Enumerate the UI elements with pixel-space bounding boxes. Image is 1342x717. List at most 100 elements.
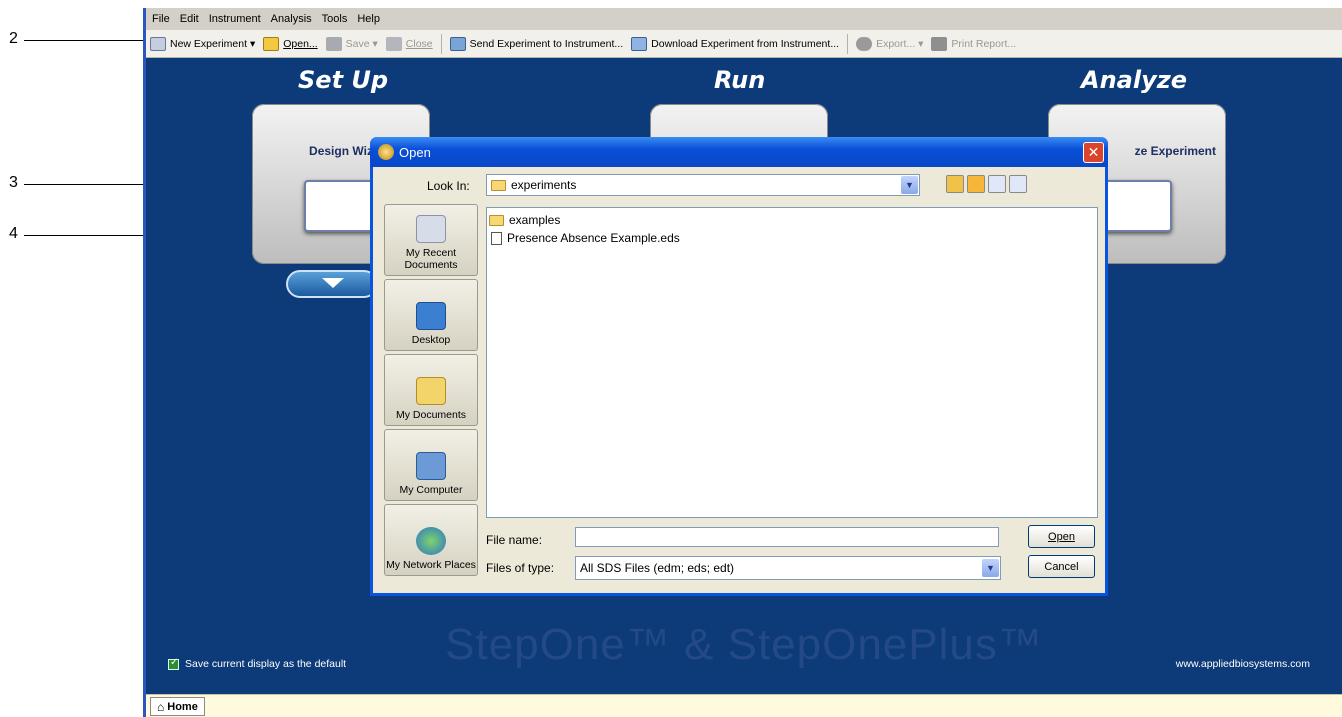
menu-help[interactable]: Help <box>357 13 380 25</box>
desktop-icon <box>416 302 446 330</box>
my-documents-icon <box>416 377 446 405</box>
close-doc-icon <box>385 36 402 51</box>
toolbar: New Experiment ▾ Open... Save ▾ Close Se… <box>146 30 1342 58</box>
cancel-button[interactable]: Cancel <box>1028 555 1095 578</box>
places-bar: My Recent Documents Desktop My Documents… <box>384 204 478 582</box>
my-computer-icon <box>416 452 446 480</box>
file-name: Presence Absence Example.eds <box>507 231 680 245</box>
printer-icon <box>931 36 948 51</box>
list-item[interactable]: Presence Absence Example.eds <box>489 229 1095 247</box>
files-of-type-dropdown[interactable]: All SDS Files (edm; eds; edt) ▼ <box>575 556 1001 580</box>
save-default-label: Save current display as the default <box>185 658 347 670</box>
print-report-button[interactable]: Print Report... <box>931 36 1017 51</box>
new-experiment-label: New Experiment ▾ <box>170 37 256 50</box>
place-label: My Recent Documents <box>404 247 458 271</box>
dialog-close-button[interactable]: ✕ <box>1083 142 1104 163</box>
analysis-chart-icon <box>1100 180 1172 232</box>
menu-tools[interactable]: Tools <box>322 13 348 25</box>
new-experiment-button[interactable]: New Experiment ▾ <box>150 36 256 51</box>
dialog-title-bar: Open ✕ <box>370 137 1108 167</box>
send-experiment-button[interactable]: Send Experiment to Instrument... <box>449 36 624 51</box>
menu-analysis[interactable]: Analysis <box>271 13 312 25</box>
callout-number: 2 <box>9 30 18 47</box>
folder-icon <box>489 214 504 226</box>
files-of-type-value: All SDS Files (edm; eds; edt) <box>580 561 735 575</box>
website-link[interactable]: www.appliedbiosystems.com <box>1176 658 1310 670</box>
file-name-label: File name: <box>486 533 543 547</box>
save-default-option[interactable]: Save current display as the default <box>168 657 347 670</box>
design-wizard-icon <box>304 180 376 232</box>
close-button[interactable]: Close <box>385 36 433 51</box>
list-item[interactable]: examples <box>489 211 1095 229</box>
send-to-instrument-icon <box>449 36 466 51</box>
chevron-down-icon <box>322 278 344 288</box>
download-experiment-button[interactable]: Download Experiment from Instrument... <box>631 36 840 51</box>
place-my-network-places[interactable]: My Network Places <box>384 504 478 576</box>
place-label: My Documents <box>395 409 467 421</box>
open-button[interactable]: Open... <box>263 36 318 51</box>
file-name: examples <box>509 213 561 227</box>
expand-arrow-button[interactable] <box>286 270 378 298</box>
cancel-button-label: Cancel <box>1044 560 1079 573</box>
callout-number: 3 <box>9 174 18 191</box>
open-button-label: Open <box>1048 530 1075 543</box>
home-tab[interactable]: ⌂ Home <box>150 697 205 716</box>
close-icon: ✕ <box>1087 144 1100 161</box>
document-icon <box>491 231 502 245</box>
print-report-label: Print Report... <box>951 37 1017 50</box>
export-icon <box>856 36 873 51</box>
look-in-label: Look In: <box>427 179 470 193</box>
files-of-type-label: Files of type: <box>486 561 555 575</box>
open-label: Open... <box>283 37 318 50</box>
save-default-checkbox[interactable] <box>168 657 179 670</box>
export-label: Export... ▾ <box>876 37 924 50</box>
open-button[interactable]: Open <box>1028 525 1095 548</box>
page: 2 3 4 File Edit Instrument Analysis Tool… <box>0 0 1342 717</box>
save-button[interactable]: Save ▾ <box>325 36 378 51</box>
menu-bar: File Edit Instrument Analysis Tools Help <box>146 8 1342 30</box>
callout-number: 4 <box>9 225 18 242</box>
open-folder-icon <box>263 36 280 51</box>
home-tab-label: Home <box>167 700 198 713</box>
folder-icon <box>491 179 506 191</box>
home-icon: ⌂ <box>157 699 165 714</box>
bottom-tab-bar: ⌂ Home <box>146 694 1342 717</box>
look-in-value: experiments <box>511 178 577 192</box>
recent-documents-icon <box>416 215 446 243</box>
place-my-documents[interactable]: My Documents <box>384 354 478 426</box>
close-label: Close <box>405 37 433 50</box>
chevron-down-icon[interactable]: ▼ <box>901 176 918 194</box>
menu-edit[interactable]: Edit <box>180 13 199 25</box>
file-list: examples Presence Absence Example.eds <box>486 207 1098 518</box>
open-dialog: Open ✕ Look In: experiments ▼ My Recent … <box>370 137 1108 596</box>
new-folder-icon[interactable] <box>967 175 985 193</box>
list-view-icon[interactable] <box>988 175 1006 193</box>
save-label: Save ▾ <box>345 37 378 50</box>
save-icon <box>325 36 342 51</box>
place-label: My Computer <box>399 484 463 496</box>
place-desktop[interactable]: Desktop <box>384 279 478 351</box>
details-view-icon[interactable] <box>1009 175 1027 193</box>
download-from-instrument-icon <box>631 36 648 51</box>
send-experiment-label: Send Experiment to Instrument... <box>469 37 624 50</box>
setup-heading: Set Up <box>298 66 389 94</box>
export-button[interactable]: Export... ▾ <box>856 36 924 51</box>
toolbar-separator <box>440 33 442 54</box>
up-one-level-icon[interactable] <box>946 175 964 193</box>
place-my-recent-documents[interactable]: My Recent Documents <box>384 204 478 276</box>
app-icon <box>378 144 394 160</box>
file-name-input[interactable] <box>575 527 999 547</box>
place-my-computer[interactable]: My Computer <box>384 429 478 501</box>
place-label: Desktop <box>411 334 451 346</box>
toolbar-separator <box>847 33 849 54</box>
run-heading: Run <box>714 66 766 94</box>
menu-file[interactable]: File <box>152 13 170 25</box>
menu-instrument[interactable]: Instrument <box>209 13 261 25</box>
download-experiment-label: Download Experiment from Instrument... <box>651 37 840 50</box>
network-globe-icon <box>416 527 446 555</box>
chevron-down-icon[interactable]: ▼ <box>982 559 999 577</box>
dialog-nav-buttons <box>946 175 1030 193</box>
new-experiment-icon <box>150 36 166 51</box>
look-in-dropdown[interactable]: experiments ▼ <box>486 174 920 196</box>
place-label: My Network Places <box>386 559 476 571</box>
